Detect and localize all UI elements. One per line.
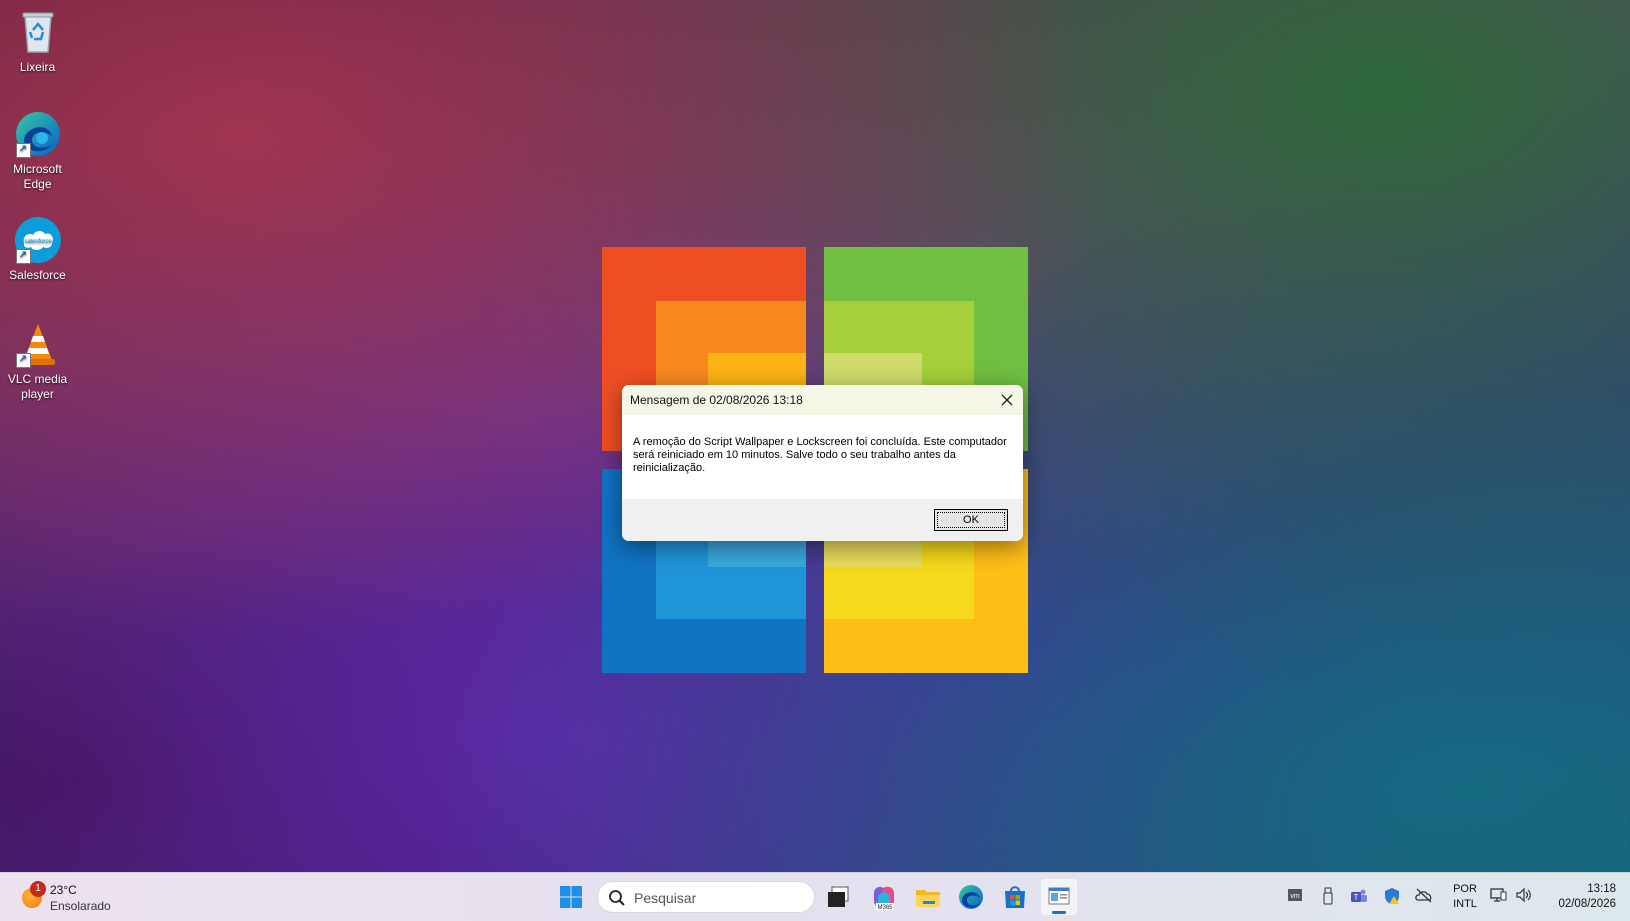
- salesforce-logo-text: salesforce: [24, 239, 52, 245]
- edge-taskbar-button[interactable]: [953, 879, 989, 915]
- search-placeholder: Pesquisar: [634, 890, 697, 906]
- defender-warning-icon: [1385, 888, 1399, 904]
- close-button[interactable]: [991, 385, 1023, 415]
- active-window-icon: [1048, 887, 1070, 905]
- weather-description: Ensolarado: [50, 899, 111, 913]
- clock-time: 13:18: [1587, 883, 1616, 895]
- m365-copilot-button[interactable]: M365: [866, 879, 902, 915]
- edge-icon: ↗: [14, 110, 62, 158]
- weather-widget[interactable]: 1 23°C Ensolarado: [18, 879, 128, 915]
- store-button[interactable]: [997, 879, 1033, 915]
- language-line2: INTL: [1453, 898, 1477, 910]
- desktop-icon-vlc[interactable]: ↗ VLC media player: [0, 320, 75, 402]
- message-dialog: Mensagem de 02/08/2026 13:18 A remoção d…: [622, 385, 1023, 541]
- m365-label: M365: [877, 905, 893, 911]
- start-button[interactable]: [553, 879, 589, 915]
- desktop-icon-label: Salesforce: [9, 268, 66, 282]
- teams-tray-icon[interactable]: T: [1349, 887, 1369, 907]
- volume-icon: [1516, 887, 1531, 903]
- language-line1: POR: [1453, 883, 1477, 895]
- file-explorer-button[interactable]: [910, 879, 946, 915]
- active-window-button[interactable]: [1041, 879, 1077, 915]
- shortcut-arrow-icon: ↗: [15, 143, 31, 158]
- recycle-bin-icon: [14, 8, 62, 56]
- defender-tray-icon[interactable]: [1382, 887, 1402, 907]
- desktop-icon-recycle-bin[interactable]: Lixeira: [0, 8, 75, 75]
- usb-tray-icon[interactable]: [1318, 887, 1338, 907]
- search-box[interactable]: Pesquisar: [597, 881, 815, 913]
- dialog-footer: OK: [622, 499, 1023, 541]
- active-indicator: [1052, 911, 1066, 914]
- task-view-icon: [828, 886, 849, 907]
- usb-icon: [1323, 887, 1333, 905]
- onedrive-offline-icon: [1415, 888, 1432, 903]
- m365-copilot-icon: M365: [874, 886, 894, 911]
- network-icon: [1490, 888, 1507, 902]
- vmware-icon: vm: [1288, 889, 1302, 901]
- desktop-icon-label: Lixeira: [19, 60, 56, 74]
- svg-text:vm: vm: [1290, 893, 1300, 900]
- onedrive-tray-icon[interactable]: [1414, 887, 1434, 907]
- desktop-icon-label: VLC media player: [7, 372, 68, 401]
- svg-text:T: T: [1354, 893, 1359, 902]
- desktop-icon-edge[interactable]: ↗ Microsoft Edge: [0, 110, 75, 192]
- clock-date: 02/08/2026: [1558, 898, 1616, 910]
- store-icon: [1005, 886, 1025, 908]
- language-indicator[interactable]: POR INTL: [1450, 882, 1480, 912]
- shortcut-arrow-icon: ↗: [15, 249, 31, 264]
- vmware-tray-icon[interactable]: vm: [1285, 887, 1305, 907]
- salesforce-icon: salesforce ↗: [14, 216, 62, 264]
- desktop-icon-label: Microsoft Edge: [13, 162, 62, 191]
- vlc-icon: ↗: [14, 320, 62, 368]
- volume-tray-icon[interactable]: [1514, 887, 1534, 907]
- close-icon: [1001, 394, 1013, 406]
- taskbar: 1 23°C Ensolarado Pesquisar M365 vm T PO…: [0, 872, 1630, 921]
- network-tray-icon[interactable]: [1488, 887, 1508, 907]
- search-icon: [609, 890, 625, 906]
- shortcut-arrow-icon: ↗: [15, 353, 31, 368]
- dialog-title-bar[interactable]: Mensagem de 02/08/2026 13:18: [622, 385, 1023, 415]
- system-clock[interactable]: 13:18 02/08/2026: [1540, 882, 1616, 912]
- ok-button[interactable]: OK: [934, 509, 1008, 531]
- notification-badge: 1: [30, 881, 46, 897]
- dialog-message: A remoção do Script Wallpaper e Lockscre…: [633, 436, 1007, 474]
- file-explorer-icon: [916, 890, 940, 907]
- weather-temperature: 23°C: [50, 883, 77, 897]
- edge-icon: [959, 885, 983, 909]
- dialog-title: Mensagem de 02/08/2026 13:18: [630, 393, 803, 407]
- task-view-button[interactable]: [820, 879, 856, 915]
- teams-icon: T: [1351, 889, 1367, 902]
- desktop-icon-salesforce[interactable]: salesforce ↗ Salesforce: [0, 216, 75, 283]
- ok-button-label: OK: [937, 512, 1005, 528]
- start-icon: [560, 886, 582, 908]
